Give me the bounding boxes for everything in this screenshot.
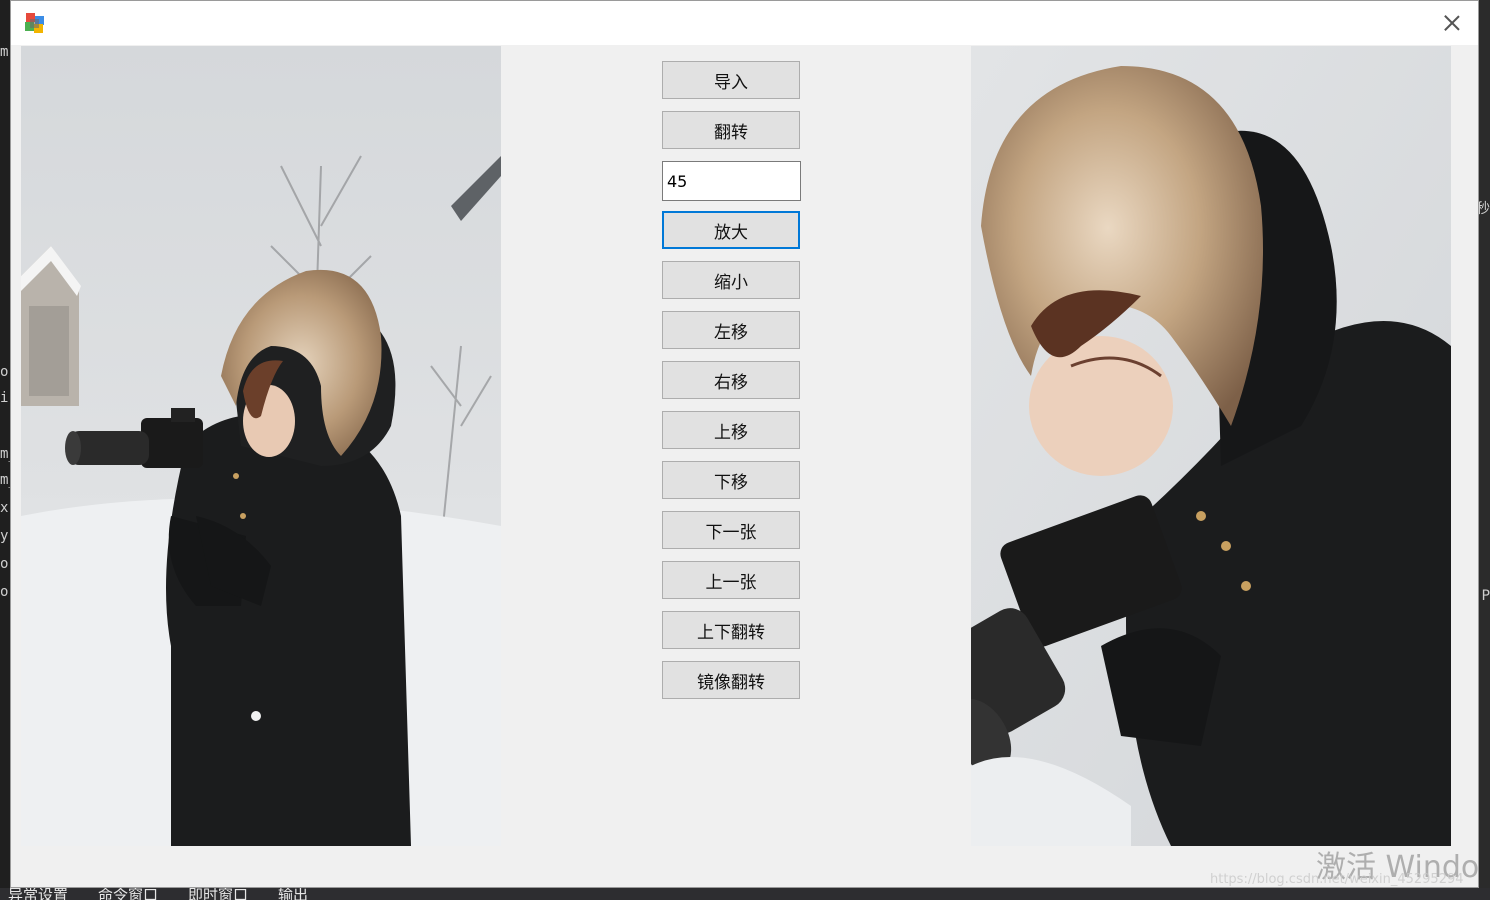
ide-code-fragment: o (0, 364, 9, 380)
ide-code-fragment: o (0, 584, 9, 600)
move-right-button[interactable]: 右移 (662, 361, 800, 399)
original-image (21, 46, 501, 846)
background-ide-right: 秒 P (1476, 0, 1490, 900)
zoom-in-button[interactable]: 放大 (662, 211, 800, 249)
next-image-button[interactable]: 下一张 (662, 511, 800, 549)
app-cube-icon (25, 13, 44, 33)
photographer-zoomed-image (971, 46, 1451, 846)
ide-code-fragment: m (0, 44, 9, 60)
flip-button[interactable]: 翻转 (662, 111, 800, 149)
ide-tab-output[interactable]: 输出 (278, 888, 308, 900)
blog-url-watermark: https://blog.csdn.net/weixin_45295294 (1210, 872, 1464, 887)
move-down-button[interactable]: 下移 (662, 461, 800, 499)
import-button[interactable]: 导入 (662, 61, 800, 99)
ide-tab-command-window[interactable]: 命令窗口 (98, 888, 158, 900)
transformed-image (971, 46, 1451, 846)
zoom-out-button[interactable]: 缩小 (662, 261, 800, 299)
image-viewer-window: 导入 翻转 放大 缩小 左移 右移 上移 下移 下一张 上一张 上下翻转 镜像翻… (10, 0, 1479, 888)
ide-code-fragment: x (0, 500, 9, 516)
previous-image-button[interactable]: 上一张 (662, 561, 800, 599)
close-icon[interactable] (1438, 9, 1466, 37)
ide-code-fragment: P (1481, 588, 1490, 604)
angle-input[interactable] (662, 161, 801, 201)
move-left-button[interactable]: 左移 (662, 311, 800, 349)
ide-bottom-tabs: 异常设置 命令窗口 即时窗口 输出 (0, 888, 1490, 900)
photographer-image (21, 46, 501, 846)
move-up-button[interactable]: 上移 (662, 411, 800, 449)
ide-code-fragment: i (0, 390, 9, 406)
ide-tab-immediate-window[interactable]: 即时窗口 (188, 888, 248, 900)
title-bar[interactable] (11, 1, 1478, 45)
mirror-flip-button[interactable]: 镜像翻转 (662, 661, 800, 699)
ide-code-fragment: o (0, 556, 9, 572)
flip-vertical-button[interactable]: 上下翻转 (662, 611, 800, 649)
ide-tab-exception-settings[interactable]: 异常设置 (8, 888, 68, 900)
ide-code-fragment: y (0, 528, 9, 544)
